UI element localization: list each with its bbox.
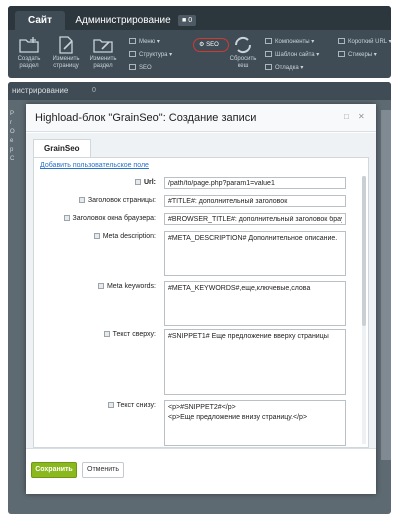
text-bottom-textarea[interactable]: <p>#SNIPPET2#</p> <p>Еще предложение вни… xyxy=(164,400,346,446)
menu-site-template-label: Шаблон сайта xyxy=(275,52,315,58)
menu-stickers-label: Стикеры xyxy=(348,52,373,58)
meta-keywords-label: Meta keywords: xyxy=(97,283,156,290)
browser-title-checkbox[interactable] xyxy=(63,215,70,221)
add-user-field-link[interactable]: Добавить пользовательское поле xyxy=(40,162,149,169)
components-icon xyxy=(265,38,272,44)
debug-icon xyxy=(265,64,272,70)
background-tabs: нистрирование 0 xyxy=(8,82,391,100)
meta-keywords-textarea[interactable]: #META_KEYWORDS#,еще,ключевые,слова xyxy=(164,281,346,326)
url-label-text: Url: xyxy=(143,179,156,186)
notifications-badge[interactable]: ■ 0 xyxy=(178,15,197,26)
menu-menu[interactable]: Меню ▾ xyxy=(129,38,160,46)
structure-icon xyxy=(129,51,136,57)
text-bottom-label: Текст снизу: xyxy=(107,402,156,409)
meta-description-checkbox[interactable] xyxy=(93,233,100,239)
dialog-body: GrainSeo Добавить пользовательское поле … xyxy=(26,133,376,448)
page-edit-icon xyxy=(59,36,73,54)
browser-title-label-text: Заголовок окна браузера: xyxy=(72,215,157,222)
admin-tabs: Сайт Администрирование ■ 0 xyxy=(8,6,391,30)
admin-panel: Сайт Администрирование ■ 0 Создать разде… xyxy=(8,6,391,78)
menu-seo-small[interactable]: SEO xyxy=(129,64,152,72)
page-title-label-text: Заголовок страницы: xyxy=(87,197,156,204)
link-icon xyxy=(338,38,345,44)
background-badge: 0 xyxy=(92,87,96,94)
text-bottom-label-text: Текст снизу: xyxy=(116,402,156,409)
sticker-icon xyxy=(338,51,345,57)
create-section-button[interactable]: Создать раздел xyxy=(11,36,47,70)
meta-keywords-checkbox[interactable] xyxy=(97,283,104,289)
menu-structure[interactable]: Структура ▾ xyxy=(129,51,172,59)
url-input[interactable] xyxy=(164,177,346,189)
edit-page-label: Изменить страницу xyxy=(52,56,80,69)
tab-administration[interactable]: Администрирование xyxy=(70,11,176,30)
url-checkbox[interactable] xyxy=(134,179,141,185)
text-top-label: Текст сверху: xyxy=(103,331,156,338)
menu-short-url[interactable]: Короткий URL ▾ xyxy=(338,38,391,46)
text-bottom-checkbox[interactable] xyxy=(107,402,114,408)
edit-section-label: Изменить раздел xyxy=(89,56,117,69)
create-record-dialog: Highload-блок "GrainSeo": Создание запис… xyxy=(26,104,376,494)
browser-title-input[interactable] xyxy=(164,213,346,225)
meta-description-label-text: Meta description: xyxy=(102,233,156,240)
save-button[interactable]: Сохранить xyxy=(31,462,77,478)
clear-cache-label: Сбросить кеш xyxy=(229,56,257,69)
form-area: Добавить пользовательское поле Url: Заго… xyxy=(33,157,369,448)
meta-description-textarea[interactable]: #META_DESCRIPTION# Дополнительное описан… xyxy=(164,231,346,276)
seo-button[interactable]: ⚙ SEO xyxy=(199,41,219,49)
scrollbar-thumb[interactable] xyxy=(362,176,366,326)
page-title-input[interactable] xyxy=(164,195,346,207)
folder-edit-icon xyxy=(93,39,113,53)
seo-chart-icon xyxy=(129,64,136,70)
text-top-label-text: Текст сверху: xyxy=(112,331,156,338)
menu-short-url-label: Короткий URL xyxy=(348,39,387,45)
menu-menu-label: Меню xyxy=(139,39,156,45)
template-icon xyxy=(265,51,272,57)
maximize-icon[interactable]: □ xyxy=(344,113,352,121)
menu-debug[interactable]: Отладка ▾ xyxy=(265,64,303,72)
tab-grainseo[interactable]: GrainSeo xyxy=(33,139,91,157)
seo-button-label: SEO xyxy=(206,42,219,48)
menu-stickers[interactable]: Стикеры ▾ xyxy=(338,51,377,59)
meta-description-label: Meta description: xyxy=(93,233,156,240)
cancel-button[interactable]: Отменить xyxy=(82,462,124,478)
background-tab-label: нистрирование xyxy=(12,86,69,95)
clear-cache-button[interactable]: Сбросить кеш xyxy=(225,36,261,70)
dialog-footer: Сохранить Отменить xyxy=(26,448,376,494)
menu-structure-label: Структура xyxy=(139,52,168,58)
text-top-textarea[interactable]: #SNIPPET1# Еще предложение вверху страни… xyxy=(164,329,346,395)
menu-components[interactable]: Компоненты ▾ xyxy=(265,38,314,46)
seo-tool-icon: ⚙ xyxy=(199,42,205,48)
text-top-checkbox[interactable] xyxy=(103,331,110,337)
create-section-label: Создать раздел xyxy=(17,56,41,69)
edit-page-button[interactable]: Изменить страницу xyxy=(48,36,84,70)
menu-components-label: Компоненты xyxy=(275,39,310,45)
url-label: Url: xyxy=(134,179,156,186)
browser-title-label: Заголовок окна браузера: xyxy=(63,215,157,222)
menu-debug-label: Отладка xyxy=(275,65,299,71)
page-title-label: Заголовок страницы: xyxy=(78,197,156,204)
menu-site-template[interactable]: Шаблон сайта ▾ xyxy=(265,51,319,59)
meta-keywords-label-text: Meta keywords: xyxy=(106,283,156,290)
background-left-text: P r O е р С xyxy=(10,111,15,162)
bell-icon: ■ xyxy=(182,17,187,24)
edit-section-button[interactable]: Изменить раздел xyxy=(85,36,121,70)
page-title-checkbox[interactable] xyxy=(78,197,85,203)
tab-site[interactable]: Сайт xyxy=(15,11,65,30)
menu-icon xyxy=(129,38,136,44)
dialog-title: Highload-блок "GrainSeo": Создание запис… xyxy=(26,104,376,132)
close-icon[interactable]: ✕ xyxy=(358,113,366,121)
notifications-count: 0 xyxy=(188,17,193,24)
background-right-strip xyxy=(381,110,391,460)
folder-plus-icon xyxy=(19,37,39,53)
menu-seo-small-label: SEO xyxy=(139,65,152,71)
refresh-icon xyxy=(234,36,252,54)
